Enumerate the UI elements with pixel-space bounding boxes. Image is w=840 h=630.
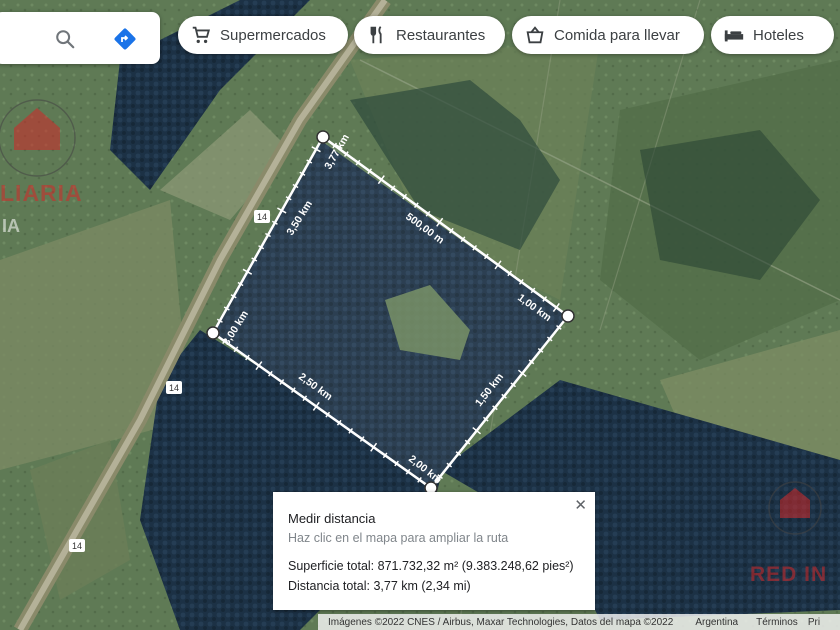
total-area: Superficie total: 871.732,32 m² (9.383.2… xyxy=(288,559,574,573)
takeout-icon xyxy=(526,26,544,44)
chip-comida-para-llevar[interactable]: Comida para llevar xyxy=(512,16,704,54)
watermark-subtext: IA xyxy=(2,216,20,236)
measure-distance-panel: Medir distancia Haz clic en el mapa para… xyxy=(273,492,595,610)
measure-point[interactable] xyxy=(561,309,575,323)
chip-label: Restaurantes xyxy=(396,26,486,44)
close-icon[interactable]: ✕ xyxy=(574,496,587,514)
directions-icon[interactable] xyxy=(112,26,138,52)
road-shield: 14 xyxy=(254,210,270,223)
panel-title: Medir distancia xyxy=(288,511,376,526)
total-distance: Distancia total: 3,77 km (2,34 mi) xyxy=(288,579,471,593)
terms-link[interactable]: Términos xyxy=(756,617,798,628)
svg-text:14: 14 xyxy=(257,212,267,222)
measure-point[interactable] xyxy=(206,326,220,340)
chip-label: Supermercados xyxy=(220,26,326,44)
chip-label: Comida para llevar xyxy=(554,26,680,44)
search-icon[interactable] xyxy=(54,28,76,50)
country-link[interactable]: Argentina xyxy=(695,617,738,628)
road-shield: 14 xyxy=(166,381,182,394)
map-attribution: Imágenes ©2022 CNES / Airbus, Maxar Tech… xyxy=(318,614,840,630)
privacy-link[interactable]: Pri xyxy=(808,617,820,628)
watermark-text: LIARIA xyxy=(0,180,83,206)
cart-icon xyxy=(192,26,211,44)
search-box[interactable] xyxy=(0,12,160,64)
attribution-text: Imágenes ©2022 CNES / Airbus, Maxar Tech… xyxy=(328,616,674,628)
chip-restaurantes[interactable]: Restaurantes xyxy=(354,16,505,54)
panel-hint: Haz clic en el mapa para ampliar la ruta xyxy=(288,531,509,545)
svg-text:14: 14 xyxy=(72,541,82,551)
fork-knife-icon xyxy=(370,26,382,44)
bed-icon xyxy=(724,30,744,42)
watermark-text: RED IN xyxy=(750,563,828,586)
measure-point[interactable] xyxy=(316,130,330,144)
chip-label: Hoteles xyxy=(753,26,804,44)
chip-hoteles[interactable]: Hoteles xyxy=(711,16,834,54)
svg-text:14: 14 xyxy=(169,383,179,393)
chip-supermercados[interactable]: Supermercados xyxy=(178,16,348,54)
road-shield: 14 xyxy=(69,539,85,552)
